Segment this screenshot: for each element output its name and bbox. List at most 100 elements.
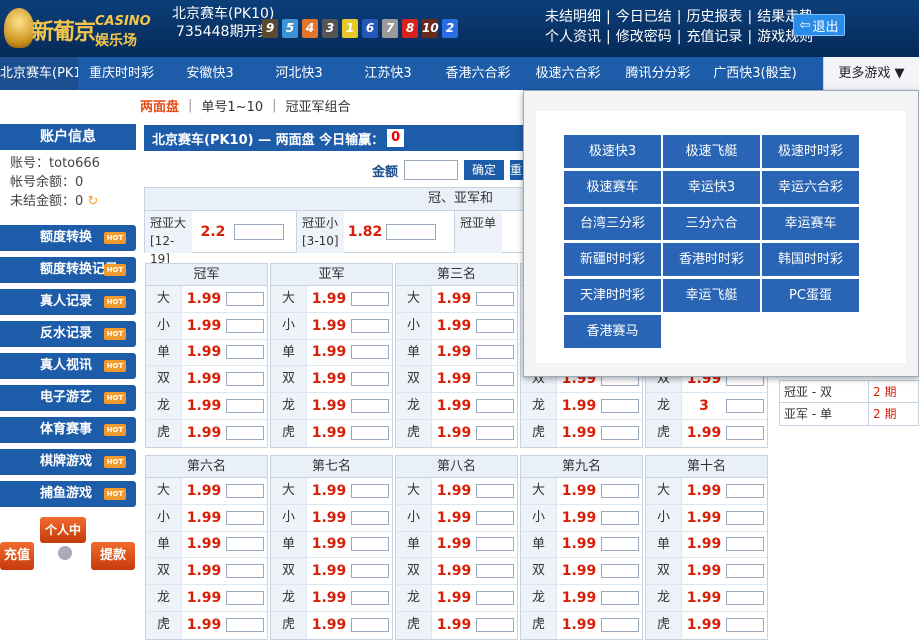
bet-input[interactable] [226, 291, 264, 306]
nav-item[interactable]: 重庆时时彩 [78, 57, 165, 90]
bet-input[interactable] [601, 537, 639, 552]
more-game-item[interactable]: 极速时时彩 [762, 135, 859, 168]
more-game-item[interactable]: 幸运赛车 [762, 207, 859, 240]
bet-input[interactable] [226, 537, 264, 552]
bet-input[interactable] [351, 372, 389, 387]
bet-input[interactable] [726, 564, 764, 579]
sidebar-button[interactable]: 真人记录 HOT [0, 289, 136, 315]
header-link[interactable]: 未结明细 [545, 7, 601, 27]
bet-input[interactable] [726, 426, 764, 441]
bet-input[interactable] [476, 591, 514, 606]
bet-input[interactable] [476, 426, 514, 441]
nav-item[interactable]: 安徽快3 [165, 57, 255, 90]
more-games-button[interactable]: 更多游戏 ▼ [823, 57, 919, 90]
bet-input[interactable] [601, 591, 639, 606]
more-game-item[interactable]: 新疆时时彩 [564, 243, 661, 276]
bet-input[interactable] [601, 564, 639, 579]
bet-input[interactable] [226, 345, 264, 360]
bet-input[interactable] [476, 291, 514, 306]
sidebar-button[interactable]: 棋牌游戏 HOT [0, 449, 136, 475]
bet-input[interactable] [226, 564, 264, 579]
bet-input[interactable] [726, 591, 764, 606]
bet-input[interactable] [726, 510, 764, 525]
bet-input[interactable] [226, 318, 264, 333]
tab-champion-combo[interactable]: 冠亚军组合 [286, 96, 351, 115]
header-link[interactable]: 历史报表 [686, 7, 742, 27]
more-game-item[interactable]: 天津时时彩 [564, 279, 661, 312]
more-game-item[interactable]: 极速快3 [564, 135, 661, 168]
more-game-item[interactable]: 三分六合 [663, 207, 760, 240]
bet-input[interactable] [226, 372, 264, 387]
bet-input[interactable] [601, 483, 639, 498]
bet-input[interactable] [601, 426, 639, 441]
amount-input[interactable] [404, 160, 459, 180]
bet-input[interactable] [351, 318, 389, 333]
bet-input[interactable] [476, 318, 514, 333]
tab-single-number[interactable]: 单号1~10 [201, 96, 263, 115]
bet-input[interactable] [726, 483, 764, 498]
bet-input[interactable] [226, 399, 264, 414]
bet-input[interactable] [601, 399, 639, 414]
nav-item[interactable]: 江苏快3 [343, 57, 433, 90]
withdraw-button[interactable]: 提款 [91, 542, 135, 570]
nav-item[interactable]: 广西快3(骰宝) [703, 57, 807, 90]
bet-input[interactable] [726, 399, 764, 414]
more-game-item[interactable]: 香港赛马 [564, 315, 661, 348]
site-logo[interactable]: 新葡京 CASINO 娱乐场 [0, 4, 160, 54]
bet-input[interactable] [351, 564, 389, 579]
bet-input[interactable] [601, 510, 639, 525]
bet-input[interactable] [351, 537, 389, 552]
bet-input[interactable] [476, 618, 514, 633]
sidebar-button[interactable]: 电子游艺 HOT [0, 385, 136, 411]
bet-input[interactable] [226, 591, 264, 606]
chat-icon[interactable] [58, 546, 72, 560]
more-game-item[interactable]: 幸运飞艇 [663, 279, 760, 312]
refresh-icon[interactable]: ↻ [87, 194, 98, 209]
header-link[interactable]: 个人资讯 [545, 27, 601, 47]
bet-input[interactable] [351, 483, 389, 498]
bet-input[interactable] [476, 345, 514, 360]
reset-button[interactable]: 重 [510, 160, 525, 180]
header-link[interactable]: 充值记录 [686, 27, 742, 47]
bet-input[interactable] [351, 399, 389, 414]
more-game-item[interactable]: 香港时时彩 [663, 243, 760, 276]
bet-input[interactable] [351, 510, 389, 525]
bet-input[interactable] [351, 618, 389, 633]
bet-input[interactable] [226, 483, 264, 498]
bet-input[interactable] [476, 483, 514, 498]
bet-input[interactable] [476, 564, 514, 579]
bet-input[interactable] [476, 372, 514, 387]
more-game-item[interactable]: 极速飞艇 [663, 135, 760, 168]
nav-item[interactable]: 极速六合彩 [523, 57, 613, 90]
bet-input[interactable] [476, 399, 514, 414]
sidebar-button[interactable]: 反水记录 HOT [0, 321, 136, 347]
logout-button[interactable]: ⇦ 退出 [793, 14, 845, 36]
bet-input[interactable] [351, 291, 389, 306]
more-game-item[interactable]: 韩国时时彩 [762, 243, 859, 276]
bet-input[interactable] [226, 426, 264, 441]
sidebar-button[interactable]: 额度转换 HOT [0, 225, 136, 251]
sidebar-button[interactable]: 额度转换记录 HOT [0, 257, 136, 283]
header-link[interactable]: 修改密码 [616, 27, 672, 47]
bet-input[interactable] [226, 510, 264, 525]
bet-input[interactable] [726, 537, 764, 552]
bet-input[interactable] [476, 537, 514, 552]
bet-input[interactable] [226, 618, 264, 633]
recharge-button[interactable]: 充值 [0, 542, 34, 570]
tab-two-sides[interactable]: 两面盘 [140, 96, 179, 115]
bet-input[interactable] [601, 618, 639, 633]
combo-bet-input[interactable] [386, 223, 436, 240]
sidebar-button[interactable]: 捕鱼游戏 HOT [0, 481, 136, 507]
personal-center-button[interactable]: 个人中 [40, 517, 86, 543]
header-link[interactable]: 今日已结 [616, 7, 672, 27]
more-game-item[interactable]: 幸运六合彩 [762, 171, 859, 204]
bet-input[interactable] [351, 591, 389, 606]
bet-input[interactable] [351, 426, 389, 441]
bet-input[interactable] [476, 510, 514, 525]
bet-input[interactable] [726, 618, 764, 633]
more-game-item[interactable]: 台湾三分彩 [564, 207, 661, 240]
bet-input[interactable] [351, 345, 389, 360]
nav-item[interactable]: 香港六合彩 [433, 57, 523, 90]
confirm-button[interactable]: 确定 [464, 160, 505, 180]
nav-item[interactable]: 腾讯分分彩 [613, 57, 703, 90]
